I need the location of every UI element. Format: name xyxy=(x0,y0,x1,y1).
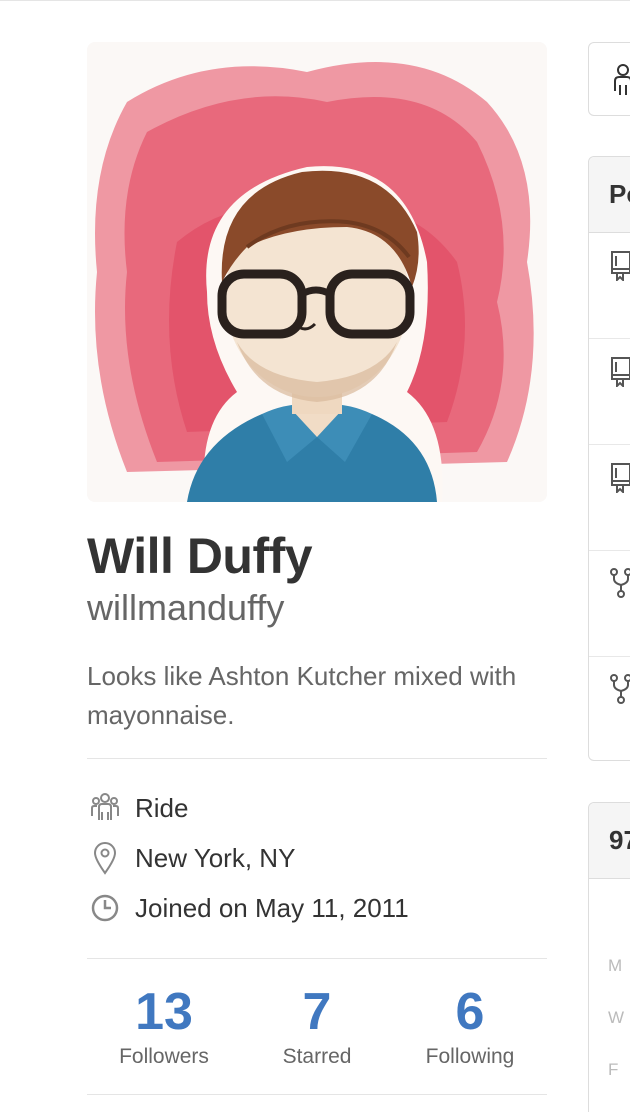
fork-icon xyxy=(609,673,630,709)
top-divider xyxy=(0,0,630,1)
location-icon xyxy=(87,840,123,876)
detail-organization: Ride xyxy=(87,788,188,828)
divider xyxy=(87,958,547,959)
repo-icon xyxy=(609,249,630,285)
repo-list-item[interactable] xyxy=(589,445,630,551)
detail-location-text: New York, NY xyxy=(135,842,296,873)
detail-joined-text: Joined on May 11, 2011 xyxy=(135,892,409,923)
popular-repositories-panel: Po xyxy=(588,156,630,761)
stat-following[interactable]: 6 Following xyxy=(393,984,547,1072)
profile-full-name: Will Duffy xyxy=(87,528,313,584)
stat-starred[interactable]: 7 Starred xyxy=(240,984,394,1072)
detail-organization-text: Ride xyxy=(135,792,189,823)
stat-following-count[interactable]: 6 xyxy=(393,984,547,1040)
clock-icon xyxy=(87,890,123,926)
day-label-monday: M xyxy=(608,956,623,975)
organization-icon xyxy=(87,790,123,826)
avatar[interactable] xyxy=(87,42,547,502)
stat-starred-count[interactable]: 7 xyxy=(240,984,394,1040)
profile-username: willmanduffy xyxy=(87,587,285,628)
repo-list-item[interactable] xyxy=(589,339,630,445)
divider xyxy=(87,1094,547,1095)
avatar-illustration xyxy=(87,42,547,502)
detail-joined: Joined on May 11, 2011 xyxy=(87,888,409,928)
fork-icon xyxy=(609,567,630,603)
tab-panel-contributions[interactable] xyxy=(588,42,630,116)
day-label-friday: F xyxy=(608,1060,619,1079)
repo-list-item[interactable] xyxy=(589,551,630,657)
person-icon xyxy=(611,63,630,97)
popular-repositories-header: Po xyxy=(589,157,630,233)
repo-icon xyxy=(609,461,630,497)
contributions-header: 97 xyxy=(589,803,630,879)
stat-followers-count[interactable]: 13 xyxy=(87,984,241,1040)
repo-list-item[interactable] xyxy=(589,233,630,339)
profile-bio: Looks like Ashton Kutcher mixed with may… xyxy=(87,661,517,730)
repo-icon xyxy=(609,355,630,391)
day-label-wednesday: W xyxy=(608,1008,625,1027)
stat-followers[interactable]: 13 Followers xyxy=(87,984,241,1072)
stat-followers-label[interactable]: Followers xyxy=(87,1042,241,1072)
stat-following-label[interactable]: Following xyxy=(393,1042,547,1072)
stat-starred-label[interactable]: Starred xyxy=(240,1042,394,1072)
detail-location: New York, NY xyxy=(87,838,295,878)
divider xyxy=(87,758,547,759)
repo-list-item[interactable] xyxy=(589,657,630,763)
